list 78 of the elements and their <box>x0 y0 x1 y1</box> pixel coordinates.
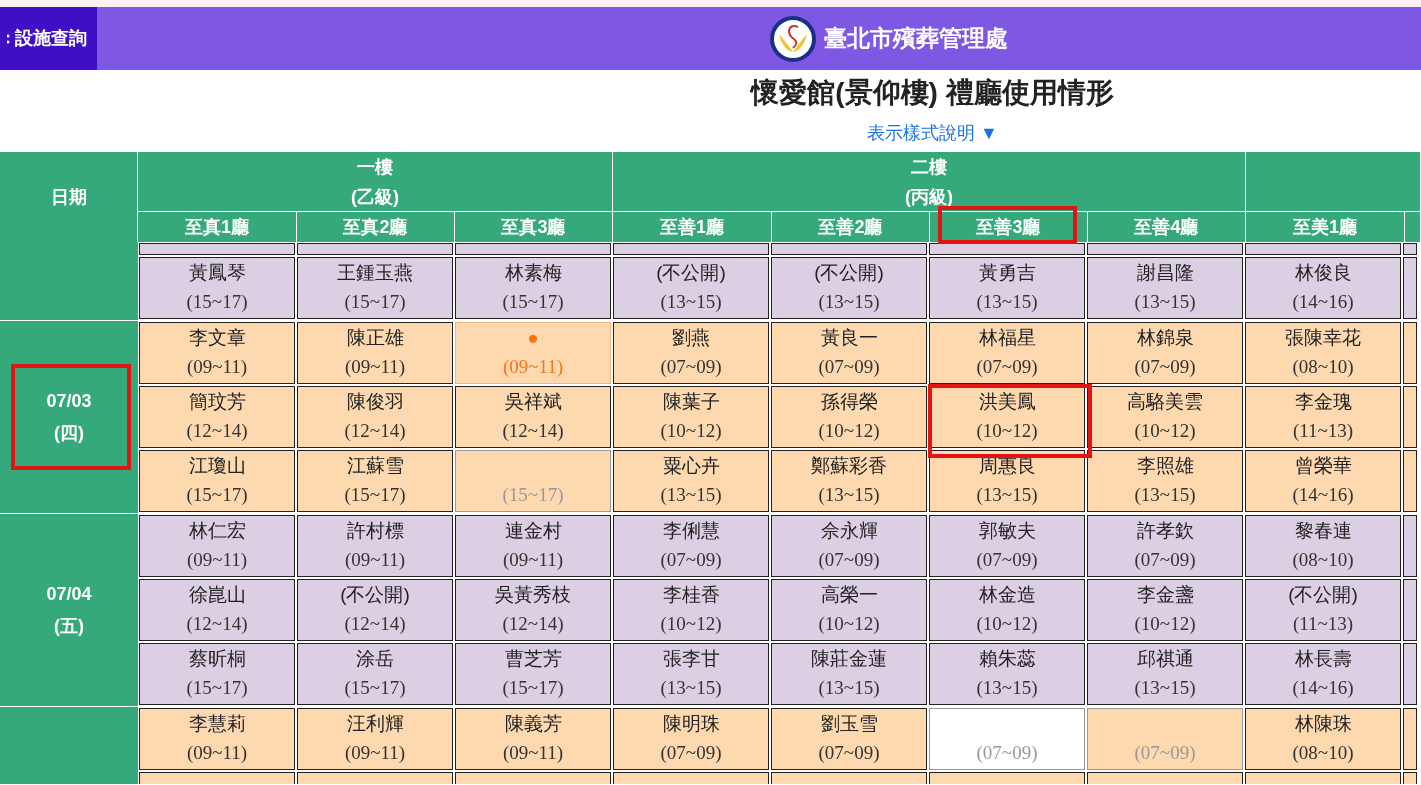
booking-cell: 李文章 (09~11) <box>139 322 295 384</box>
booking-cell: 陳正雄 (09~11) <box>297 322 453 384</box>
legend-link[interactable]: 表示樣式說明 ▼ <box>867 114 998 152</box>
booking-cell: 李照雄 (13~15) <box>1087 450 1243 512</box>
logo-icon <box>770 15 816 62</box>
booking-cell: 汪利輝 (09~11) <box>297 708 453 770</box>
booking-cell: 林俊良 (14~16) <box>1245 257 1401 319</box>
booking-cell: 陳莊金蓮 (13~15) <box>771 643 927 705</box>
booking-cell: 李金盞 (10~12) <box>1087 579 1243 641</box>
booking-cell: 劉燕 (07~09) <box>613 322 769 384</box>
site-title: 臺北市殯葬管理處 <box>824 24 1008 54</box>
column-header: 至善2廳 <box>771 212 929 242</box>
booking-cell: 張李甘 (13~15) <box>613 643 769 705</box>
booking-cell: 林錦泉 (07~09) <box>1087 322 1243 384</box>
booking-cell: 曾榮華 (14~16) <box>1245 450 1401 512</box>
facility-search-button[interactable]: 設施查詢 <box>0 7 97 70</box>
column-header: 至真2廳 <box>296 212 454 242</box>
booking-cell: 曹芝芳 (15~17) <box>455 643 611 705</box>
booking-cell: 邱祺通 (13~15) <box>1087 643 1243 705</box>
booking-cell: 蔡昕桐 (15~17) <box>139 643 295 705</box>
column-header: 至真3廳 <box>454 212 612 242</box>
booking-cell: 連金村 (09~11) <box>455 515 611 577</box>
grid-icon <box>7 33 11 44</box>
booking-cell: 陳葉子 (10~12) <box>613 386 769 448</box>
booking-cell: 陳明珠 (07~09) <box>613 708 769 770</box>
floor-header: 一樓 (乙級) <box>138 152 612 212</box>
booking-cell: 林陳珠 (08~10) <box>1245 708 1401 770</box>
booking-cell: 王鍾玉燕 (15~17) <box>297 257 453 319</box>
booking-cell: (不公開) (13~15) <box>771 257 927 319</box>
booking-cell: 林金造 (10~12) <box>929 579 1085 641</box>
booking-cell: 粟心卉 (13~15) <box>613 450 769 512</box>
booking-cell: 孫得榮 (10~12) <box>771 386 927 448</box>
booking-cell: 吳黃秀枝 (12~14) <box>455 579 611 641</box>
page-title: 懷愛館(景仰樓) 禮廳使用情形 <box>751 76 1114 110</box>
empty-slot-cell: (07~09) <box>1087 708 1243 770</box>
booking-cell: 江蘇雪 (15~17) <box>297 450 453 512</box>
booking-cell: 黃鳳琴 (15~17) <box>139 257 295 319</box>
column-header: 至善1廳 <box>659 215 725 239</box>
booking-cell: 高駱美雲 (10~12) <box>1087 386 1243 448</box>
date-cell: 07/04 (五) <box>0 514 138 706</box>
empty-slot-cell: (07~09) <box>929 708 1085 770</box>
booking-cell: 李金瑰 (11~13) <box>1245 386 1401 448</box>
booking-cell: 陳俊羽 (12~14) <box>297 386 453 448</box>
booking-cell: 黃良一 (07~09) <box>771 322 927 384</box>
booking-cell: 許村標 (09~11) <box>297 515 453 577</box>
booking-cell: 郭敏夫 (07~09) <box>929 515 1085 577</box>
booking-cell: ● (09~11) <box>455 322 611 384</box>
booking-cell: (不公開) (11~13) <box>1245 579 1401 641</box>
empty-slot-cell: (15~17) <box>455 450 611 512</box>
booking-cell: 涂岳 (15~17) <box>297 643 453 705</box>
booking-cell: 江瓊山 (15~17) <box>139 450 295 512</box>
booking-cell: 李桂香 (10~12) <box>613 579 769 641</box>
booking-cell: 劉玉雪 (07~09) <box>771 708 927 770</box>
booking-cell: (不公開) (12~14) <box>297 579 453 641</box>
booking-cell: 鄭蘇彩香 (13~15) <box>771 450 927 512</box>
booking-cell: 吳祥斌 (12~14) <box>455 386 611 448</box>
date-cell: 07/03 (四) <box>0 321 138 513</box>
column-header: 至美1廳 <box>1292 215 1358 239</box>
booking-cell: 黎春連 (08~10) <box>1245 515 1401 577</box>
booking-cell: 陳義芳 (09~11) <box>455 708 611 770</box>
booking-cell: 高榮一 (10~12) <box>771 579 927 641</box>
booking-cell: 黃勇吉 (13~15) <box>929 257 1085 319</box>
column-header: 至真1廳 <box>184 215 250 239</box>
booking-cell: 林仁宏 (09~11) <box>139 515 295 577</box>
booking-cell: 謝昌隆 (13~15) <box>1087 257 1243 319</box>
booking-cell: 李俐慧 (07~09) <box>613 515 769 577</box>
booking-cell: 簡玟芳 (12~14) <box>139 386 295 448</box>
booking-cell: 李慧莉 (09~11) <box>139 708 295 770</box>
booking-cell: (不公開) (13~15) <box>613 257 769 319</box>
column-header: 至善4廳 <box>1087 212 1245 242</box>
booking-cell: 許孝欽 (07~09) <box>1087 515 1243 577</box>
booking-cell: 林福星 (07~09) <box>929 322 1085 384</box>
booking-cell: 賴朱蕊 (13~15) <box>929 643 1085 705</box>
booking-cell: 徐崑山 (12~14) <box>139 579 295 641</box>
booking-cell: 林素梅 (15~17) <box>455 257 611 319</box>
booking-cell: 佘永輝 (07~09) <box>771 515 927 577</box>
booking-cell: 張陳幸花 (08~10) <box>1245 322 1401 384</box>
booking-cell: 林長壽 (14~16) <box>1245 643 1401 705</box>
